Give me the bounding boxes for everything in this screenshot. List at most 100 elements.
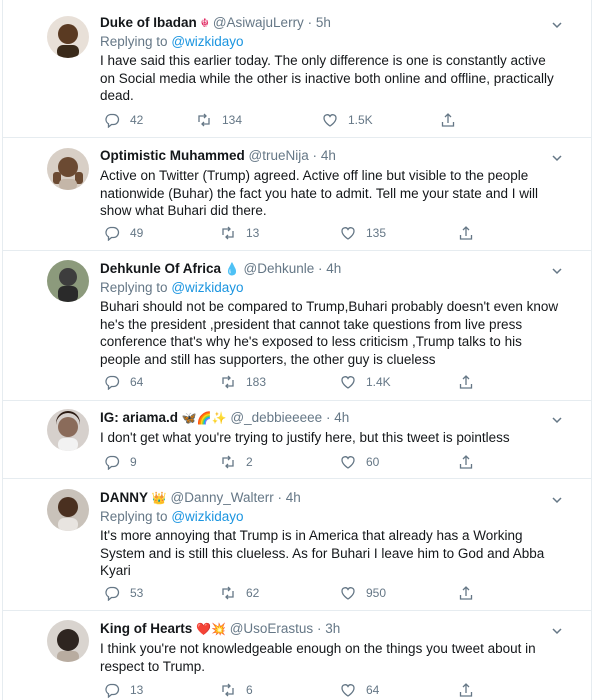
reply-button[interactable]: 42 — [104, 112, 143, 128]
more-options-button[interactable] — [551, 624, 563, 636]
reply-button[interactable]: 13 — [104, 682, 143, 698]
timestamp[interactable]: 4h — [334, 410, 349, 425]
share-button[interactable] — [458, 682, 484, 698]
like-button[interactable]: 1.5K — [322, 112, 373, 128]
display-name[interactable]: Dehkunle Of Africa — [100, 261, 221, 276]
avatar[interactable] — [47, 260, 89, 302]
share-icon — [441, 113, 455, 127]
replying-to-label: Replying to — [100, 34, 168, 49]
more-options-button[interactable] — [551, 151, 563, 163]
retweet-count: 62 — [246, 586, 260, 600]
display-name[interactable]: King of Hearts — [100, 621, 192, 636]
more-options-button[interactable] — [551, 493, 563, 505]
display-name[interactable]: IG: ariama.d — [100, 410, 178, 425]
tweet-actions: 9 2 60 — [100, 454, 500, 472]
reply-count: 49 — [130, 226, 144, 240]
reply-count: 64 — [130, 375, 144, 389]
share-button[interactable] — [458, 585, 484, 601]
name-emoji: 🦋🌈✨ — [181, 411, 227, 425]
like-count: 60 — [366, 455, 380, 469]
handle[interactable]: @trueNija — [249, 148, 309, 163]
timestamp[interactable]: 3h — [325, 621, 340, 636]
handle[interactable]: @UsoErastus — [230, 621, 313, 636]
avatar[interactable] — [47, 148, 89, 190]
tweet-text: Active on Twitter (Trump) agreed. Active… — [100, 168, 538, 219]
retweet-button[interactable]: 134 — [196, 112, 242, 128]
retweet-count: 13 — [246, 226, 260, 240]
tweet-header: King of Hearts ❤️💥 @UsoErastus · 3h — [100, 620, 561, 638]
like-icon — [341, 456, 355, 469]
reply-count: 9 — [130, 455, 137, 469]
like-button[interactable]: 64 — [340, 682, 379, 698]
separator-dot: · — [325, 410, 331, 425]
avatar[interactable] — [47, 16, 89, 58]
tweet-text: I have said this earlier today. The only… — [100, 53, 554, 104]
avatar[interactable] — [47, 489, 89, 531]
display-name[interactable]: Duke of Ibadan — [100, 15, 197, 30]
tweet-header: Dehkunle Of Africa 💧 @Dehkunle · 4h — [100, 260, 561, 278]
caret-down-icon — [552, 268, 562, 275]
share-button[interactable] — [458, 374, 484, 390]
display-name[interactable]: Optimistic Muhammed — [100, 148, 245, 163]
tweet[interactable]: Dehkunle Of Africa 💧 @Dehkunle · 4h Repl… — [3, 251, 591, 401]
more-options-button[interactable] — [551, 18, 563, 30]
like-button[interactable]: 60 — [340, 454, 379, 470]
display-name[interactable]: DANNY — [100, 490, 148, 505]
avatar[interactable] — [47, 409, 89, 451]
tweet-header: DANNY 👑 @Danny_Walterr · 4h — [100, 489, 561, 507]
retweet-button[interactable]: 2 — [220, 454, 253, 470]
like-button[interactable]: 135 — [340, 225, 386, 241]
more-options-button[interactable] — [551, 264, 563, 276]
replying-to-label: Replying to — [100, 280, 168, 295]
retweet-count: 2 — [246, 455, 253, 469]
mention-link[interactable]: @wizkidayo — [171, 509, 243, 524]
retweet-button[interactable]: 6 — [220, 682, 253, 698]
reply-button[interactable]: 9 — [104, 454, 137, 470]
mention-link[interactable]: @wizkidayo — [171, 34, 243, 49]
like-icon — [341, 684, 355, 697]
tweet[interactable]: DANNY 👑 @Danny_Walterr · 4h Replying to … — [3, 479, 591, 611]
retweet-button[interactable]: 62 — [220, 585, 259, 601]
avatar[interactable] — [47, 620, 89, 662]
reply-count: 53 — [130, 586, 144, 600]
reply-button[interactable]: 49 — [104, 225, 143, 241]
timestamp[interactable]: 4h — [326, 261, 341, 276]
tweet-header: Duke of Ibadan ☬ @AsiwajuLerry · 5h — [100, 14, 561, 32]
handle[interactable]: @Danny_Walterr — [171, 490, 274, 505]
like-button[interactable]: 950 — [340, 585, 386, 601]
tweet-header: Optimistic Muhammed @trueNija · 4h — [100, 147, 561, 165]
share-button[interactable] — [458, 225, 484, 241]
reply-icon — [105, 375, 120, 390]
share-button[interactable] — [440, 112, 466, 128]
tweet[interactable]: Optimistic Muhammed @trueNija · 4h Activ… — [3, 138, 591, 251]
retweet-button[interactable]: 183 — [220, 374, 266, 390]
share-icon — [459, 455, 473, 469]
timestamp[interactable]: 4h — [286, 490, 301, 505]
handle[interactable]: @Dehkunle — [244, 261, 315, 276]
more-options-button[interactable] — [551, 413, 563, 425]
share-icon — [459, 683, 473, 697]
share-button[interactable] — [458, 454, 484, 470]
handle[interactable]: @_debbieeeee — [230, 410, 322, 425]
tweet-actions: 42 134 1.5K — [100, 112, 500, 130]
reply-icon — [105, 586, 120, 601]
tweet[interactable]: King of Hearts ❤️💥 @UsoErastus · 3h I th… — [3, 611, 591, 700]
avatar-image — [47, 409, 89, 451]
retweet-icon — [222, 586, 234, 600]
name-emoji: 👑 — [151, 491, 167, 505]
retweet-button[interactable]: 13 — [220, 225, 259, 241]
tweet[interactable]: IG: ariama.d 🦋🌈✨ @_debbieeeee · 4h I don… — [3, 401, 591, 479]
reply-button[interactable]: 64 — [104, 374, 143, 390]
handle[interactable]: @AsiwajuLerry — [213, 15, 304, 30]
tweet-text: I think you're not knowledgeable enough … — [100, 641, 536, 674]
retweet-icon — [222, 226, 234, 240]
tweet-header: IG: ariama.d 🦋🌈✨ @_debbieeeee · 4h — [100, 409, 561, 427]
timestamp[interactable]: 4h — [321, 148, 336, 163]
tweet[interactable]: Duke of Ibadan ☬ @AsiwajuLerry · 5h Repl… — [3, 0, 591, 138]
caret-down-icon — [552, 628, 562, 635]
reply-button[interactable]: 53 — [104, 585, 143, 601]
like-button[interactable]: 1.4K — [340, 374, 391, 390]
timestamp[interactable]: 5h — [316, 15, 331, 30]
mention-link[interactable]: @wizkidayo — [171, 280, 243, 295]
retweet-count: 183 — [246, 375, 267, 389]
